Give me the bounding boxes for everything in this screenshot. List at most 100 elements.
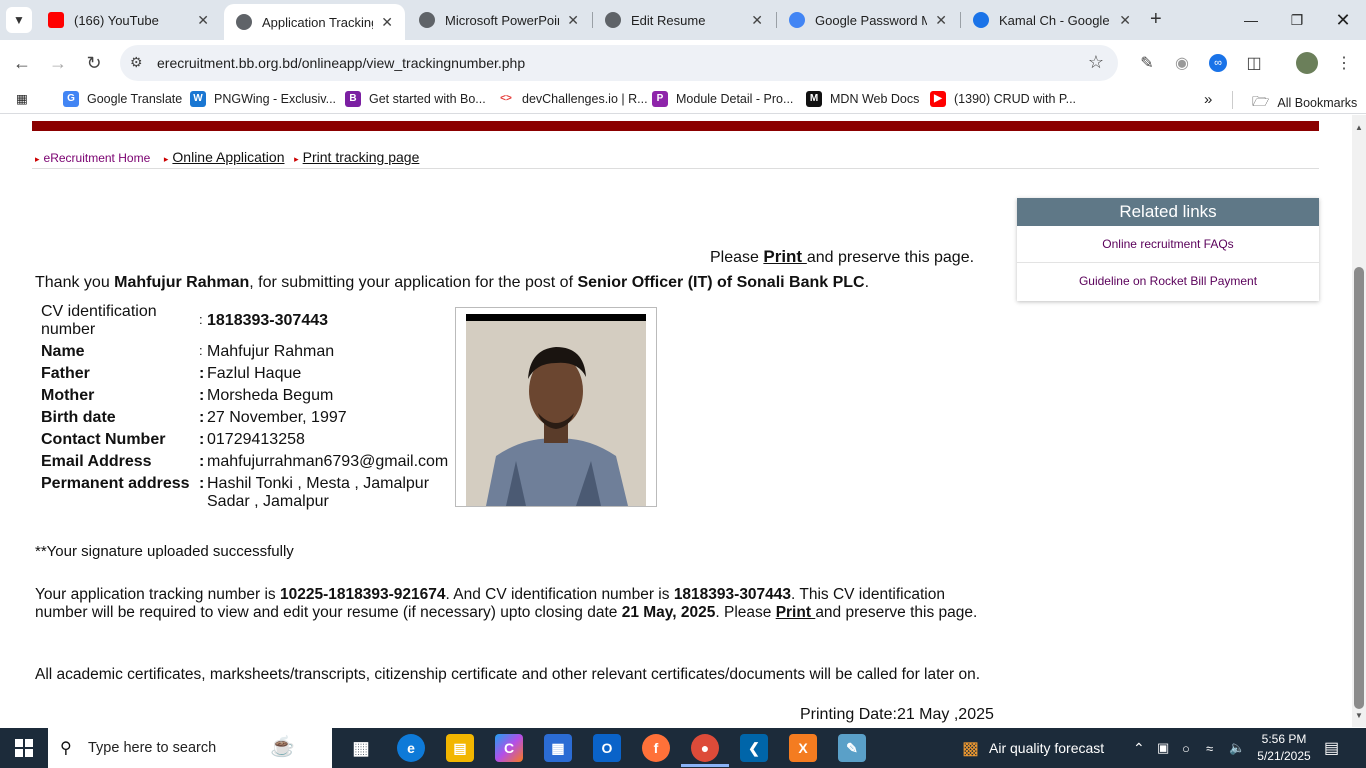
scroll-up-icon[interactable]: ▲ [1355,123,1363,132]
more-bookmarks-icon[interactable]: » [1204,91,1212,108]
tab-youtube[interactable]: (166) YouTube ✕ [36,0,221,40]
related-link-faqs[interactable]: Online recruitment FAQs [1017,226,1319,263]
colon: : [199,475,205,492]
scrollbar-thumb[interactable] [1354,267,1364,709]
bookmark-bootstrap[interactable]: B Get started with Bo... [345,91,486,107]
copilot-icon[interactable]: C [495,734,523,762]
taskbar-search[interactable]: ⚲ Type here to search ☕ [48,728,332,768]
weather-text: Air quality forecast [989,740,1105,756]
bookmark-module-detail[interactable]: P Module Detail - Pro... [652,91,793,107]
edge-icon[interactable]: e [397,734,425,762]
page-scrollbar[interactable]: ▲ ▼ [1352,115,1366,727]
close-icon[interactable]: ✕ [381,14,393,31]
firefox-icon[interactable]: f [642,734,670,762]
windows-taskbar: ⚲ Type here to search ☕ ▦ e ▤ C ▦ O f ● … [0,728,1366,768]
email-label: Email Address [41,453,152,470]
windows-start-icon[interactable] [0,728,48,768]
tracking-text: . And CV identification number is [445,586,674,603]
tab-application-tracking[interactable]: Application Tracking N ✕ [224,4,405,40]
pen-icon[interactable]: ✎ [1135,51,1159,75]
menu-icon[interactable]: ⋮ [1332,51,1356,75]
close-icon[interactable]: ✕ [751,12,763,29]
colon: : [199,431,205,448]
all-bookmarks[interactable]: 🗁 All Bookmarks [1252,91,1357,115]
notification-icon[interactable]: ▤ [1324,728,1339,768]
url-text[interactable]: erecruitment.bb.org.bd/onlineapp/view_tr… [157,55,525,71]
bookmark-pngwing[interactable]: W PNGWing - Exclusiv... [190,91,336,107]
thank-you-message: Thank you Mahfujur Rahman, for submittin… [35,274,869,292]
bookmark-devchallenges[interactable]: <> devChallenges.io | R... [498,91,648,107]
close-icon[interactable]: ✕ [1119,12,1131,29]
all-bookmarks-label: All Bookmarks [1277,96,1358,110]
store-icon[interactable]: ▦ [544,734,572,762]
window-close-icon[interactable]: ✕ [1320,0,1366,40]
back-icon[interactable]: ← [10,51,34,75]
related-link-rocket[interactable]: Guideline on Rocket Bill Payment [1017,263,1319,300]
breadcrumb-print-tracking[interactable]: Print tracking page [303,149,420,165]
tab-powerpoint[interactable]: Microsoft PowerPoint ✕ [407,0,591,40]
notepad-icon[interactable]: ✎ [838,734,866,762]
outlook-icon[interactable]: O [593,734,621,762]
camera-icon[interactable]: ◉ [1170,51,1194,75]
birth-label: Birth date [41,409,116,426]
extension-loop-icon[interactable]: ∞ [1206,51,1230,75]
colon: : [199,312,203,327]
volume-icon[interactable]: 🔈 [1229,728,1245,768]
tab-strip: ▼ (166) YouTube ✕ Application Tracking N… [0,0,1366,40]
email-value: mahfujurrahman6793@gmail.com [207,453,449,470]
cv-number: 1818393-307443 [673,586,792,603]
print-link-2[interactable]: Print [776,604,816,621]
task-view-icon[interactable]: ▦ [347,734,375,762]
system-clock[interactable]: 5:56 PM 5/21/2025 [1254,731,1314,765]
address-bar[interactable]: ⚙ erecruitment.bb.org.bd/onlineapp/view_… [120,45,1118,81]
please-suffix: and preserve this page. [806,249,975,266]
breadcrumb-online-application[interactable]: Online Application [172,149,284,165]
tab-kamal[interactable]: Kamal Ch - Google C ✕ [961,0,1143,40]
close-icon[interactable]: ✕ [197,12,209,29]
camera-tray-icon[interactable]: ○ [1182,728,1190,768]
apps-icon[interactable]: ▦ [16,91,28,106]
breadcrumb-home[interactable]: eRecruitment Home [44,151,151,165]
google-icon [789,12,805,28]
browser-toolbar: ← → ↻ ⚙ erecruitment.bb.org.bd/onlineapp… [0,40,1366,86]
reload-icon[interactable]: ↻ [82,51,106,75]
arrow-icon: ▸ [294,154,299,164]
xampp-icon[interactable]: X [789,734,817,762]
bookmark-star-icon[interactable]: ☆ [1088,52,1104,73]
related-links-panel: Related links Online recruitment FAQs Gu… [1017,198,1319,301]
person-photo-icon [466,321,646,506]
close-icon[interactable]: ✕ [935,12,947,29]
close-icon[interactable]: ✕ [567,12,579,29]
tab-google-password[interactable]: Google Password Ma ✕ [777,0,959,40]
bookmark-mdn[interactable]: M MDN Web Docs [806,91,919,107]
vscode-icon[interactable]: ❮ [740,734,768,762]
thanks-text: , for submitting your application for th… [249,274,578,291]
bootstrap-icon: B [345,91,361,107]
tab-search-button[interactable]: ▼ [6,7,32,33]
bookmark-crud[interactable]: ▶ (1390) CRUD with P... [930,91,1076,107]
forward-icon[interactable]: → [46,51,70,75]
minimize-icon[interactable]: — [1228,0,1274,40]
file-explorer-icon[interactable]: ▤ [446,734,474,762]
tab-title: Google Password Ma [815,12,928,28]
show-hidden-icons[interactable]: ⌃ [1133,728,1145,768]
bookmark-label: Get started with Bo... [369,92,486,106]
tab-title: Kamal Ch - Google C [999,12,1112,28]
wifi-icon[interactable]: ≈ [1206,728,1213,768]
restore-icon[interactable]: ❐ [1274,0,1320,40]
tab-edit-resume[interactable]: Edit Resume ✕ [593,0,775,40]
site-info-icon[interactable]: ⚙ [130,54,143,71]
new-tab-icon[interactable]: + [1150,8,1162,31]
address-label: Permanent address [41,475,190,492]
extensions-icon[interactable]: ◫ [1242,51,1266,75]
arrow-icon: ▸ [163,154,169,164]
network-device-icon[interactable]: ▣ [1157,728,1169,768]
print-link[interactable]: Print [763,247,806,266]
arrow-icon: ▸ [35,154,40,164]
weather-widget[interactable]: ▩ Air quality forecast [962,728,1104,768]
chrome-icon[interactable]: ● [681,734,729,767]
colon: : [199,409,205,426]
avatar[interactable] [1295,51,1319,75]
scroll-down-icon[interactable]: ▼ [1355,711,1363,720]
bookmark-google-translate[interactable]: G Google Translate [63,91,182,107]
